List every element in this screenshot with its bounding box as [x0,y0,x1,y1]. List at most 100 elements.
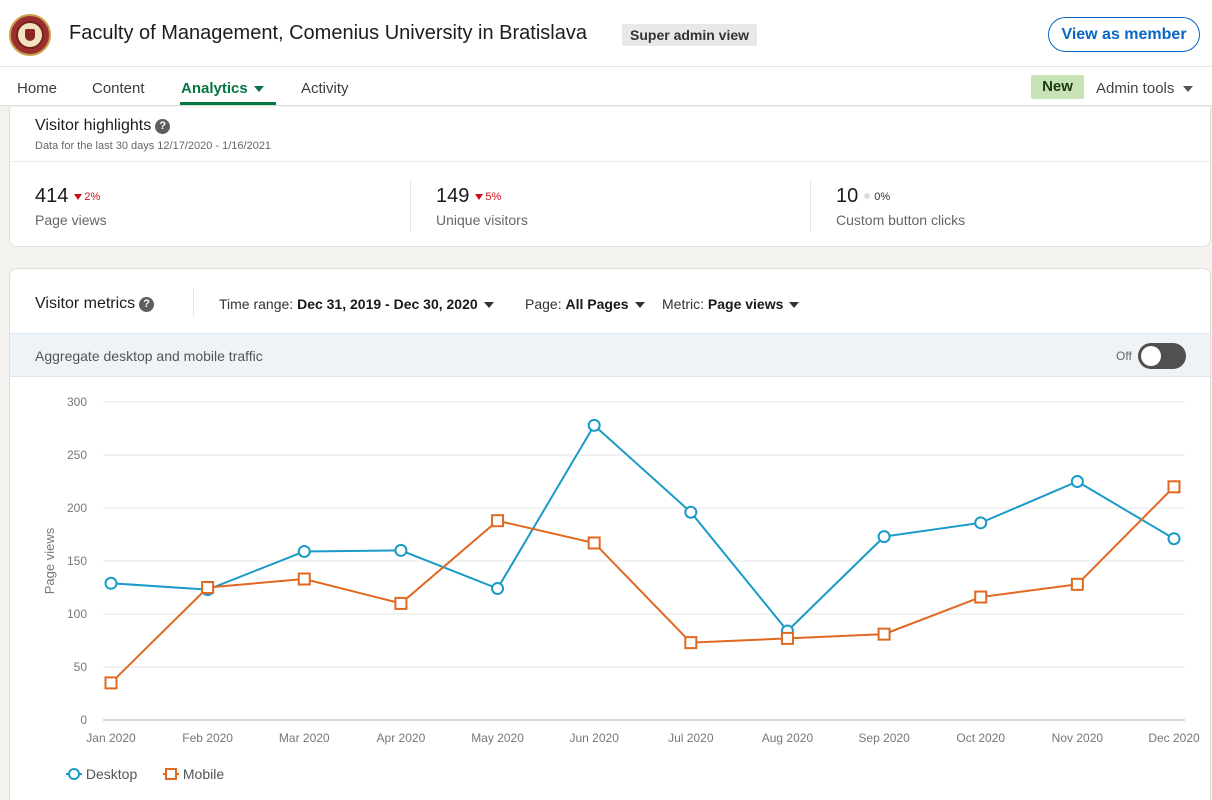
top-bar: Faculty of Management, Comenius Universi… [0,0,1212,106]
chevron-down-icon [634,302,645,309]
chevron-down-icon [1183,86,1194,93]
help-icon[interactable]: ? [139,296,155,312]
x-tick-label: Sep 2020 [858,731,910,745]
divider [810,180,811,232]
active-tab-indicator [180,102,276,105]
x-tick-label: May 2020 [471,731,524,745]
time-range-label: Time range: [219,296,294,312]
data-point-desktop [877,530,891,544]
data-point-mobile [684,636,698,650]
data-point-desktop [491,582,505,596]
divider [410,180,411,232]
aggregate-label: Aggregate desktop and mobile traffic [35,348,263,364]
stat-change-value: 0% [874,191,891,203]
page-label: Page: [525,296,562,312]
legend-desktop[interactable]: Desktop [66,766,137,782]
stat-value: 149 [436,185,470,207]
visitor-highlights-subtitle: Data for the last 30 days 12/17/2020 - 1… [35,140,272,152]
divider [193,289,194,317]
data-point-desktop [297,544,311,558]
data-point-mobile [1167,480,1181,494]
visitor-highlights-label: Visitor highlights [35,117,152,134]
data-point-mobile [1070,577,1084,591]
stat-value: 10 [836,185,859,207]
y-axis-label: Page views [42,527,57,594]
super-admin-badge: Super admin view [622,24,758,46]
tab-analytics[interactable]: Analytics [181,80,264,97]
toggle-state-label: Off [1116,349,1132,363]
data-point-mobile [877,627,891,641]
stat-change: 2% [74,191,100,203]
stat-page-views: 414 2% Page views [35,185,107,228]
y-tick-label: 0 [80,713,87,727]
y-tick-label: 150 [67,554,87,568]
page-dropdown[interactable]: Page: All Pages [525,296,645,312]
metric-dropdown[interactable]: Metric: Page views [662,296,800,312]
square-marker-icon [163,768,179,780]
stat-label: Unique visitors [436,212,528,228]
data-point-mobile [297,572,311,586]
x-tick-label: Aug 2020 [762,731,814,745]
divider [10,161,1210,162]
x-tick-label: Jul 2020 [668,731,714,745]
time-range-value: Dec 31, 2019 - Dec 30, 2020 [297,296,478,312]
stat-change: 0% [864,191,890,203]
chevron-down-icon [483,302,494,309]
legend-label: Desktop [85,766,138,782]
aggregate-toggle[interactable] [1138,343,1186,369]
admin-tools-label: Admin tools [1096,80,1175,97]
data-point-desktop [394,543,408,557]
data-point-mobile [780,631,794,645]
stat-custom-button-clicks: 10 0% Custom button clicks [836,185,965,228]
down-arrow-icon [475,194,484,200]
x-tick-label: Feb 2020 [182,731,233,745]
view-as-member-button[interactable]: View as member [1048,17,1200,52]
data-point-desktop [684,505,698,519]
visitor-highlights-title: Visitor highlights? [35,117,171,135]
university-logo-icon[interactable] [9,14,51,56]
x-tick-label: Dec 2020 [1148,731,1200,745]
tab-content[interactable]: Content [92,80,145,97]
header-divider [0,66,1212,67]
page-title: Faculty of Management, Comenius Universi… [69,22,587,44]
page-value: All Pages [565,296,629,312]
series-line-mobile [110,486,1175,684]
y-tick-label: 50 [74,660,88,674]
admin-tools-menu[interactable]: Admin tools [1096,80,1194,97]
x-tick-label: Jun 2020 [569,731,619,745]
circle-marker-icon [66,768,82,780]
metric-label: Metric: [662,296,704,312]
data-point-desktop [587,418,601,432]
tab-analytics-label: Analytics [181,80,248,97]
data-point-desktop [1167,532,1181,546]
stat-change-value: 2% [84,191,101,203]
series-line-desktop [110,423,1175,633]
neutral-dot-icon [864,193,871,199]
data-point-mobile [974,590,988,604]
chevron-down-icon [253,86,264,93]
legend-label: Mobile [182,766,225,782]
y-tick-label: 300 [67,395,87,409]
data-point-desktop [104,576,118,590]
stat-unique-visitors: 149 5% Unique visitors [436,185,528,228]
aggregate-bar: Aggregate desktop and mobile traffic Off [10,333,1210,377]
tab-home[interactable]: Home [17,80,57,97]
data-point-desktop [974,516,988,530]
tab-activity[interactable]: Activity [301,80,349,97]
data-point-mobile [491,514,505,528]
new-badge: New [1031,75,1084,99]
stat-label: Custom button clicks [836,212,966,228]
legend-mobile[interactable]: Mobile [163,766,224,782]
stat-value: 414 [35,185,69,207]
visitor-metrics-label: Visitor metrics [35,295,136,312]
data-point-mobile [587,536,601,550]
x-tick-label: Oct 2020 [956,731,1005,745]
y-tick-label: 250 [67,448,87,462]
x-tick-label: Mar 2020 [279,731,330,745]
x-tick-label: Apr 2020 [377,731,426,745]
metric-value: Page views [707,296,784,312]
x-tick-label: Jan 2020 [86,731,136,745]
y-tick-label: 200 [67,501,87,515]
time-range-dropdown[interactable]: Time range: Dec 31, 2019 - Dec 30, 2020 [219,296,494,312]
help-icon[interactable]: ? [155,118,171,134]
